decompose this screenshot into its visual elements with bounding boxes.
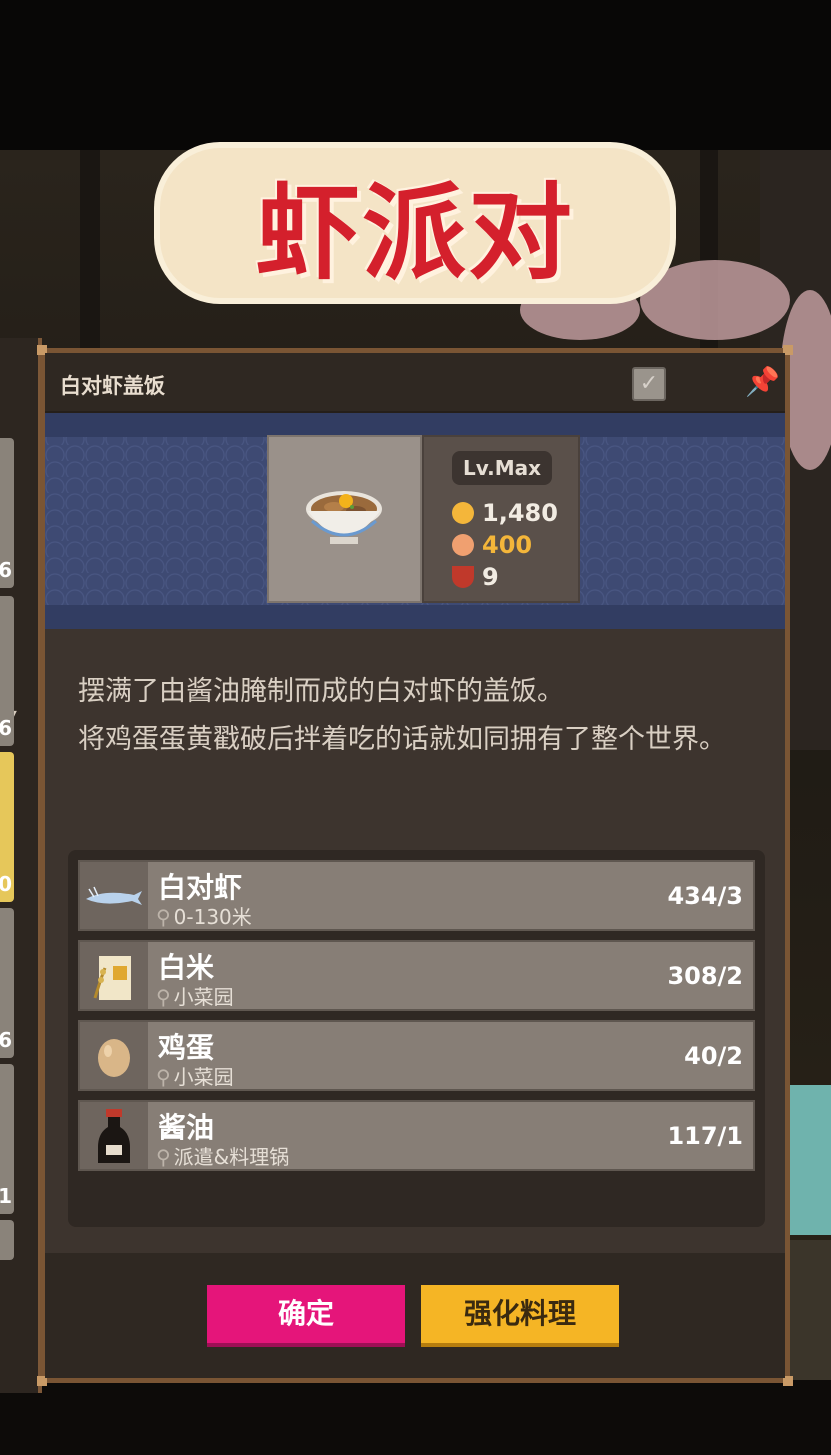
description-line: 摆满了由酱油腌制而成的白对虾的盖饭。 (78, 676, 564, 707)
description-line: 将鸡蛋蛋黄戳破后拌着吃的话就如同拥有了整个世界。 (78, 724, 726, 755)
location-pin-icon: ⚲ (156, 985, 171, 1009)
ingredient-row[interactable]: 鸡蛋 ⚲ 小菜园 40/2 (78, 1020, 755, 1091)
ingredient-list: 白对虾 ⚲ 0-130米 434/3 白米 ⚲ 小菜园 308/2 鸡蛋 ⚲ 小菜园 … (68, 850, 765, 1227)
ingredient-location-text: 小菜园 (173, 1065, 234, 1089)
ingredient-quantity: 40/2 (684, 1042, 743, 1070)
side-list-card[interactable]: 6 (0, 438, 14, 588)
ingredient-location: ⚲ 小菜园 (156, 981, 234, 1010)
ingredient-location-text: 派遣&料理锅 (173, 1145, 290, 1169)
panel-header: 白对虾盖饭 ✓ 📌 (45, 353, 785, 413)
confirm-button[interactable]: 确定 (207, 1285, 405, 1343)
ingredient-row[interactable]: 白对虾 ⚲ 0-130米 434/3 (78, 860, 755, 931)
ingredient-name: 鸡蛋 (158, 1031, 215, 1064)
rice-bowl-icon (306, 491, 382, 544)
side-card-number: 6 (0, 1028, 12, 1052)
wave-pattern (45, 605, 785, 629)
ingredient-name: 白米 (158, 951, 215, 984)
egg-icon (80, 1022, 148, 1089)
recipe-side-list: ▼ 6 6 0 6 1 (0, 338, 42, 1393)
recipe-detail-panel: 白对虾盖饭 ✓ 📌 Lv.Max 1,480 400 9 摆满了由酱油腌制而成的… (37, 345, 793, 1386)
wave-pattern (45, 413, 785, 437)
taste-row: 400 (452, 531, 532, 559)
price-row: 1,480 (452, 499, 558, 527)
side-list-card[interactable]: 1 (0, 1064, 14, 1214)
level-badge: Lv.Max (452, 451, 552, 485)
side-list-card-selected[interactable]: 0 (0, 752, 14, 902)
location-pin-icon: ⚲ (156, 1065, 171, 1089)
title-banner: 虾派对 (160, 148, 670, 298)
ingredient-name: 酱油 (158, 1111, 215, 1144)
taste-value: 400 (482, 531, 533, 559)
panel-footer: 确定 强化料理 (45, 1253, 785, 1378)
bottom-bar (0, 1380, 831, 1455)
background-pool (790, 1085, 831, 1235)
rice-bag-icon (80, 942, 148, 1009)
coin-icon (452, 502, 474, 524)
servings-row: 9 (452, 563, 499, 591)
recipe-description: 摆满了由酱油腌制而成的白对虾的盖饭。 将鸡蛋蛋黄戳破后拌着吃的话就如同拥有了整个… (78, 668, 758, 764)
side-card-number: 0 (0, 872, 12, 896)
background-shelf (790, 1240, 831, 1380)
side-list-card[interactable]: 6 (0, 908, 14, 1058)
shrimp-icon (80, 862, 148, 929)
bowl-icon (452, 566, 474, 588)
title-text: 虾派对 (255, 171, 574, 294)
side-list-card[interactable]: 6 (0, 596, 14, 746)
ingredient-location: ⚲ 派遣&料理锅 (156, 1141, 289, 1170)
ingredient-location: ⚲ 0-130米 (156, 901, 252, 930)
blossom-cluster (640, 260, 790, 340)
ingredient-quantity: 434/3 (667, 882, 743, 910)
location-pin-icon: ⚲ (156, 905, 171, 929)
ingredient-quantity: 117/1 (667, 1122, 743, 1150)
price-value: 1,480 (482, 499, 558, 527)
taste-face-icon (452, 534, 474, 556)
recipe-name: 白对虾盖饭 (60, 374, 165, 398)
ingredient-location-text: 小菜园 (173, 985, 234, 1009)
side-list-card[interactable] (0, 1220, 14, 1260)
servings-value: 9 (482, 563, 499, 591)
recipe-stats: Lv.Max 1,480 400 9 (422, 435, 580, 603)
recipe-banner: Lv.Max 1,480 400 9 (45, 413, 785, 629)
location-pin-icon: ⚲ (156, 1145, 171, 1169)
ingredient-location: ⚲ 小菜园 (156, 1061, 234, 1090)
soy-sauce-icon (80, 1102, 148, 1169)
dish-image-frame (267, 435, 422, 603)
ingredient-quantity: 308/2 (667, 962, 743, 990)
ingredient-location-text: 0-130米 (173, 905, 252, 929)
checkbox-icon[interactable]: ✓ (632, 367, 666, 401)
ingredient-row[interactable]: 酱油 ⚲ 派遣&料理锅 117/1 (78, 1100, 755, 1171)
pin-icon[interactable]: 📌 (745, 365, 780, 398)
ingredient-row[interactable]: 白米 ⚲ 小菜园 308/2 (78, 940, 755, 1011)
side-card-number: 6 (0, 558, 12, 582)
enhance-recipe-button[interactable]: 强化料理 (421, 1285, 619, 1343)
side-card-number: 6 (0, 716, 12, 740)
ingredient-name: 白对虾 (158, 871, 243, 904)
side-card-number: 1 (0, 1184, 12, 1208)
